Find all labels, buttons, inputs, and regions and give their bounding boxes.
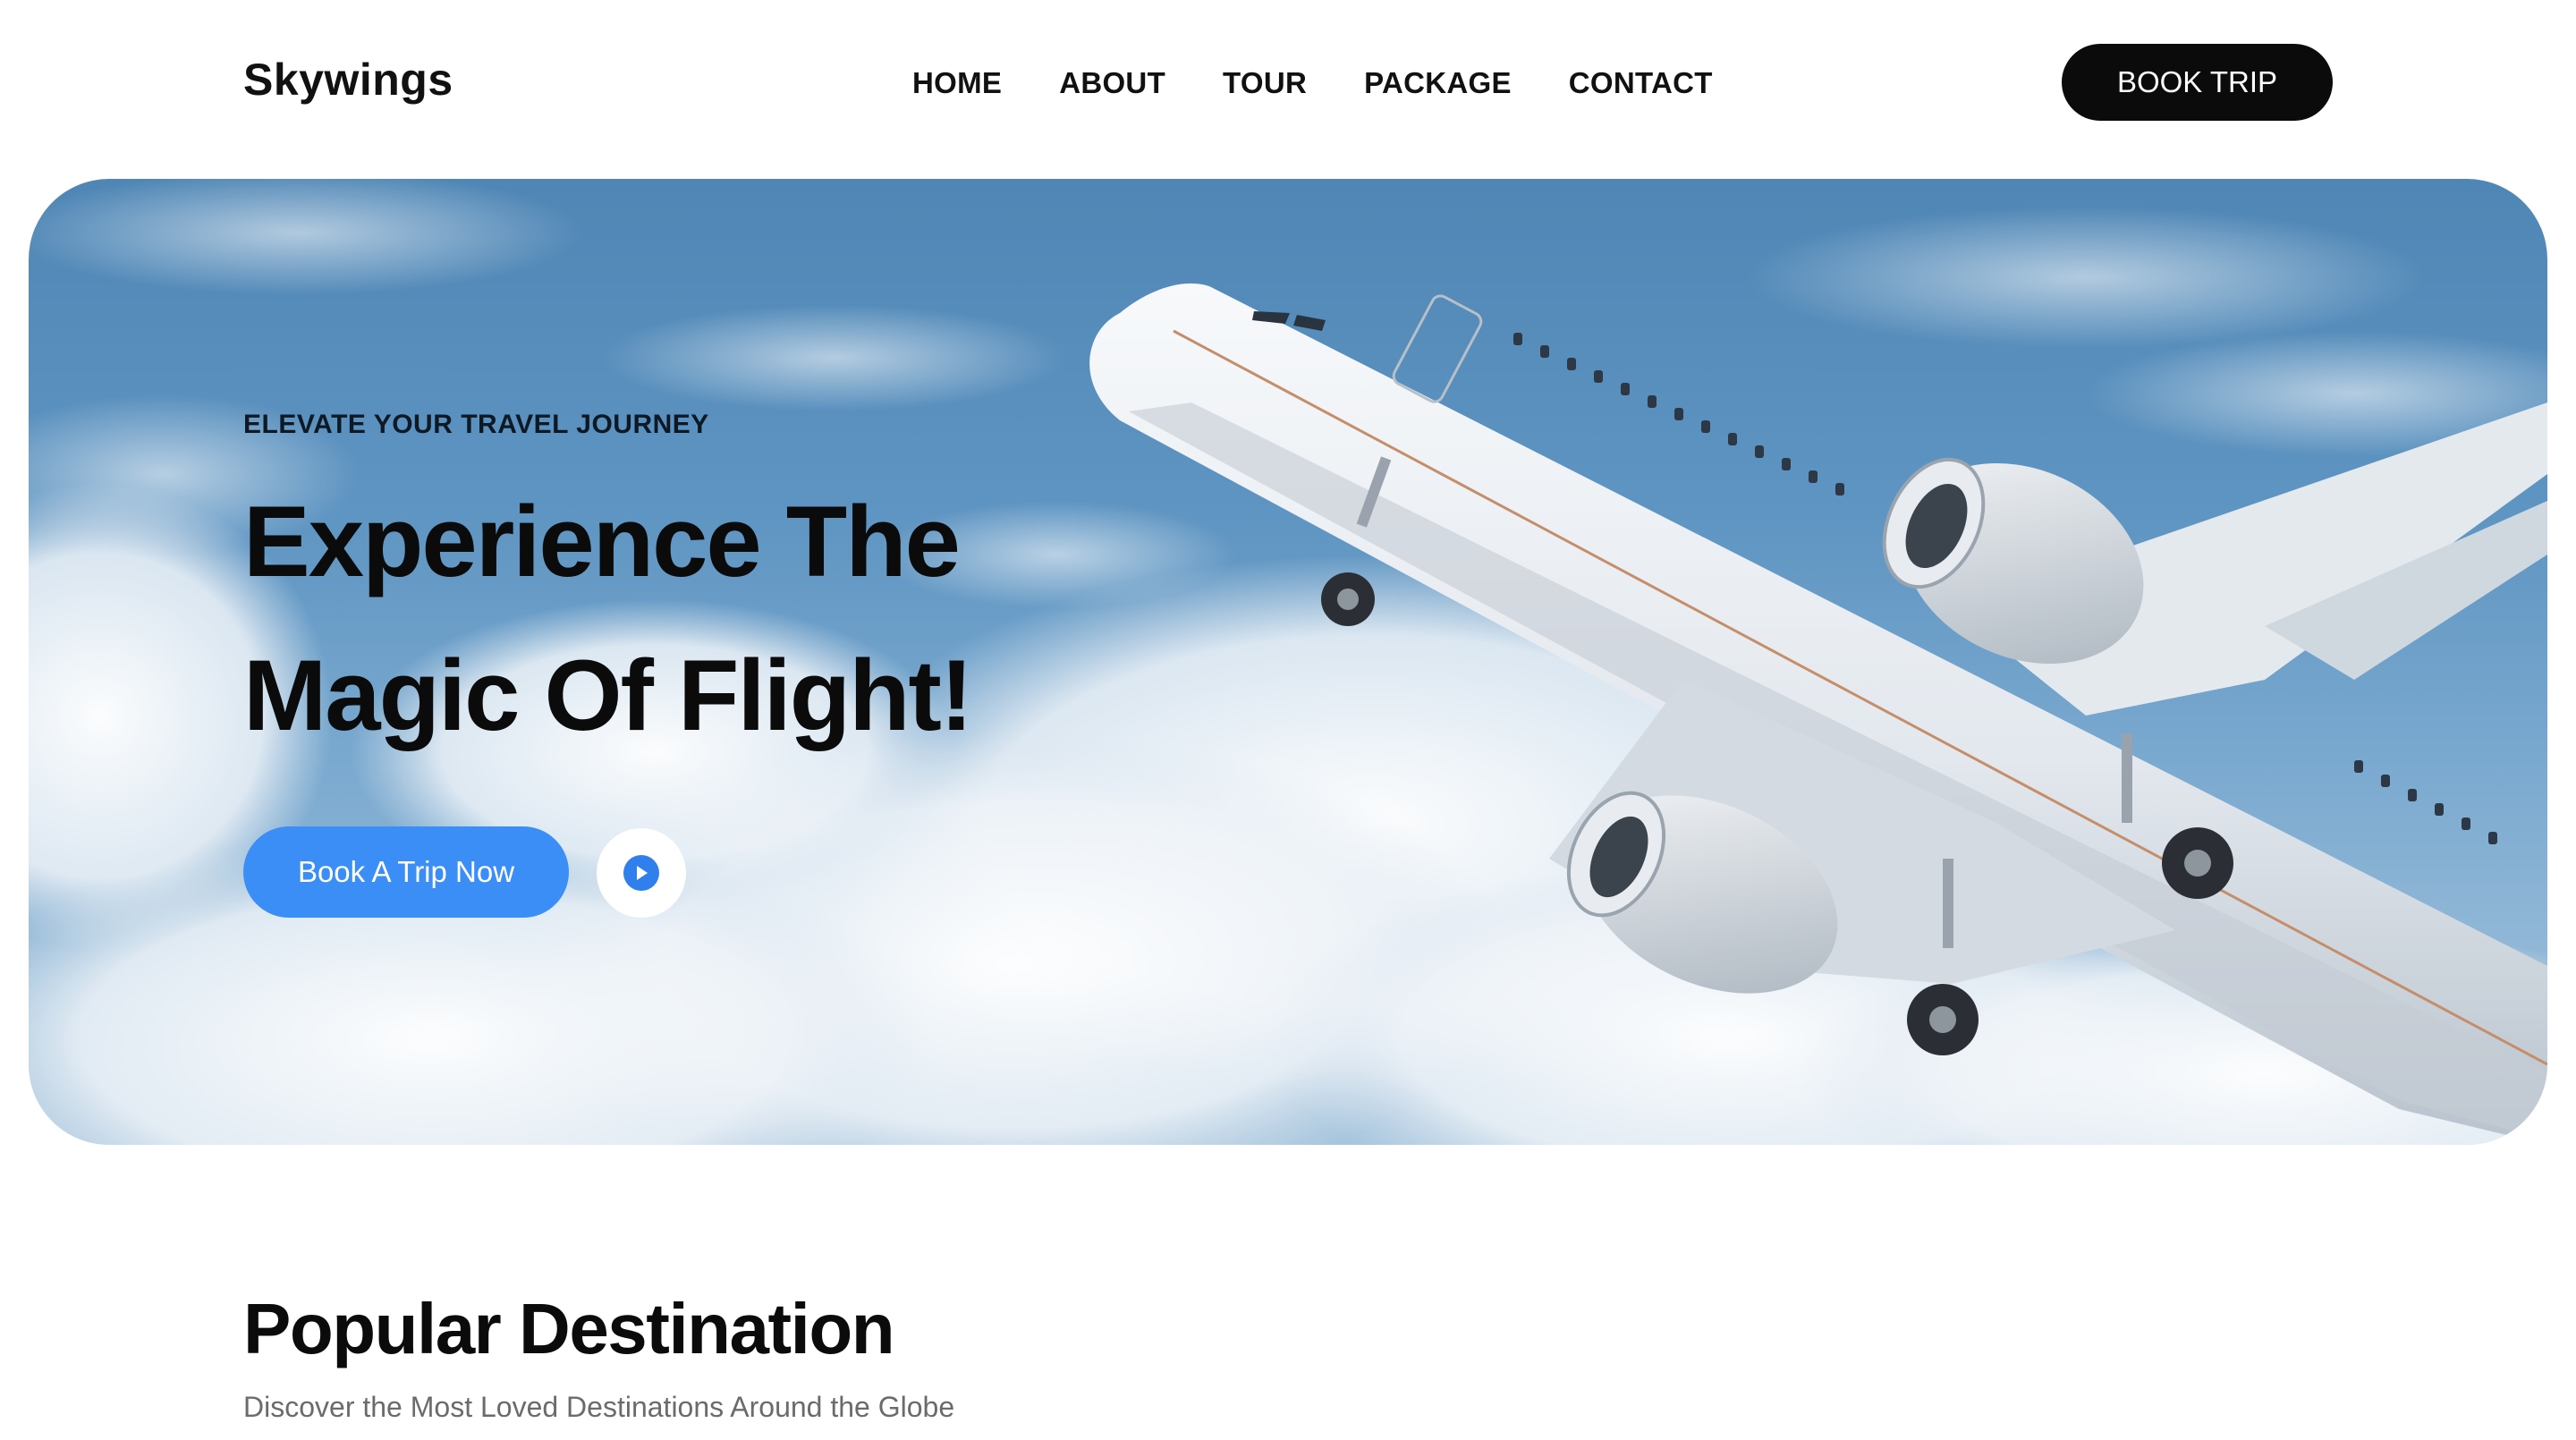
nav-home[interactable]: HOME: [912, 66, 1002, 100]
site-header: Skywings HOME ABOUT TOUR PACKAGE CONTACT…: [0, 0, 2576, 179]
nav-contact[interactable]: CONTACT: [1569, 66, 1713, 100]
main-nav: HOME ABOUT TOUR PACKAGE CONTACT: [912, 66, 1713, 100]
play-icon: [623, 855, 659, 891]
hero-section: ELEVATE YOUR TRAVEL JOURNEY Experience T…: [29, 179, 2547, 1145]
nav-package[interactable]: PACKAGE: [1364, 66, 1512, 100]
play-video-button[interactable]: [597, 828, 686, 918]
hero-title: Experience The Magic Of Flight!: [243, 465, 1227, 773]
hero-content: ELEVATE YOUR TRAVEL JOURNEY Experience T…: [243, 179, 1227, 1145]
book-a-trip-now-button[interactable]: Book A Trip Now: [243, 826, 569, 918]
hero-eyebrow: ELEVATE YOUR TRAVEL JOURNEY: [243, 410, 709, 439]
section-subtitle: Discover the Most Loved Destinations Aro…: [243, 1391, 955, 1423]
logo[interactable]: Skywings: [243, 54, 453, 106]
hero-title-line-2: Magic Of Flight!: [243, 640, 973, 751]
nav-tour[interactable]: TOUR: [1223, 66, 1307, 100]
hero-title-line-1: Experience The: [243, 486, 961, 597]
section-title: Popular Destination: [243, 1289, 895, 1368]
book-trip-button[interactable]: BOOK TRIP: [2062, 44, 2333, 121]
nav-about[interactable]: ABOUT: [1059, 66, 1165, 100]
